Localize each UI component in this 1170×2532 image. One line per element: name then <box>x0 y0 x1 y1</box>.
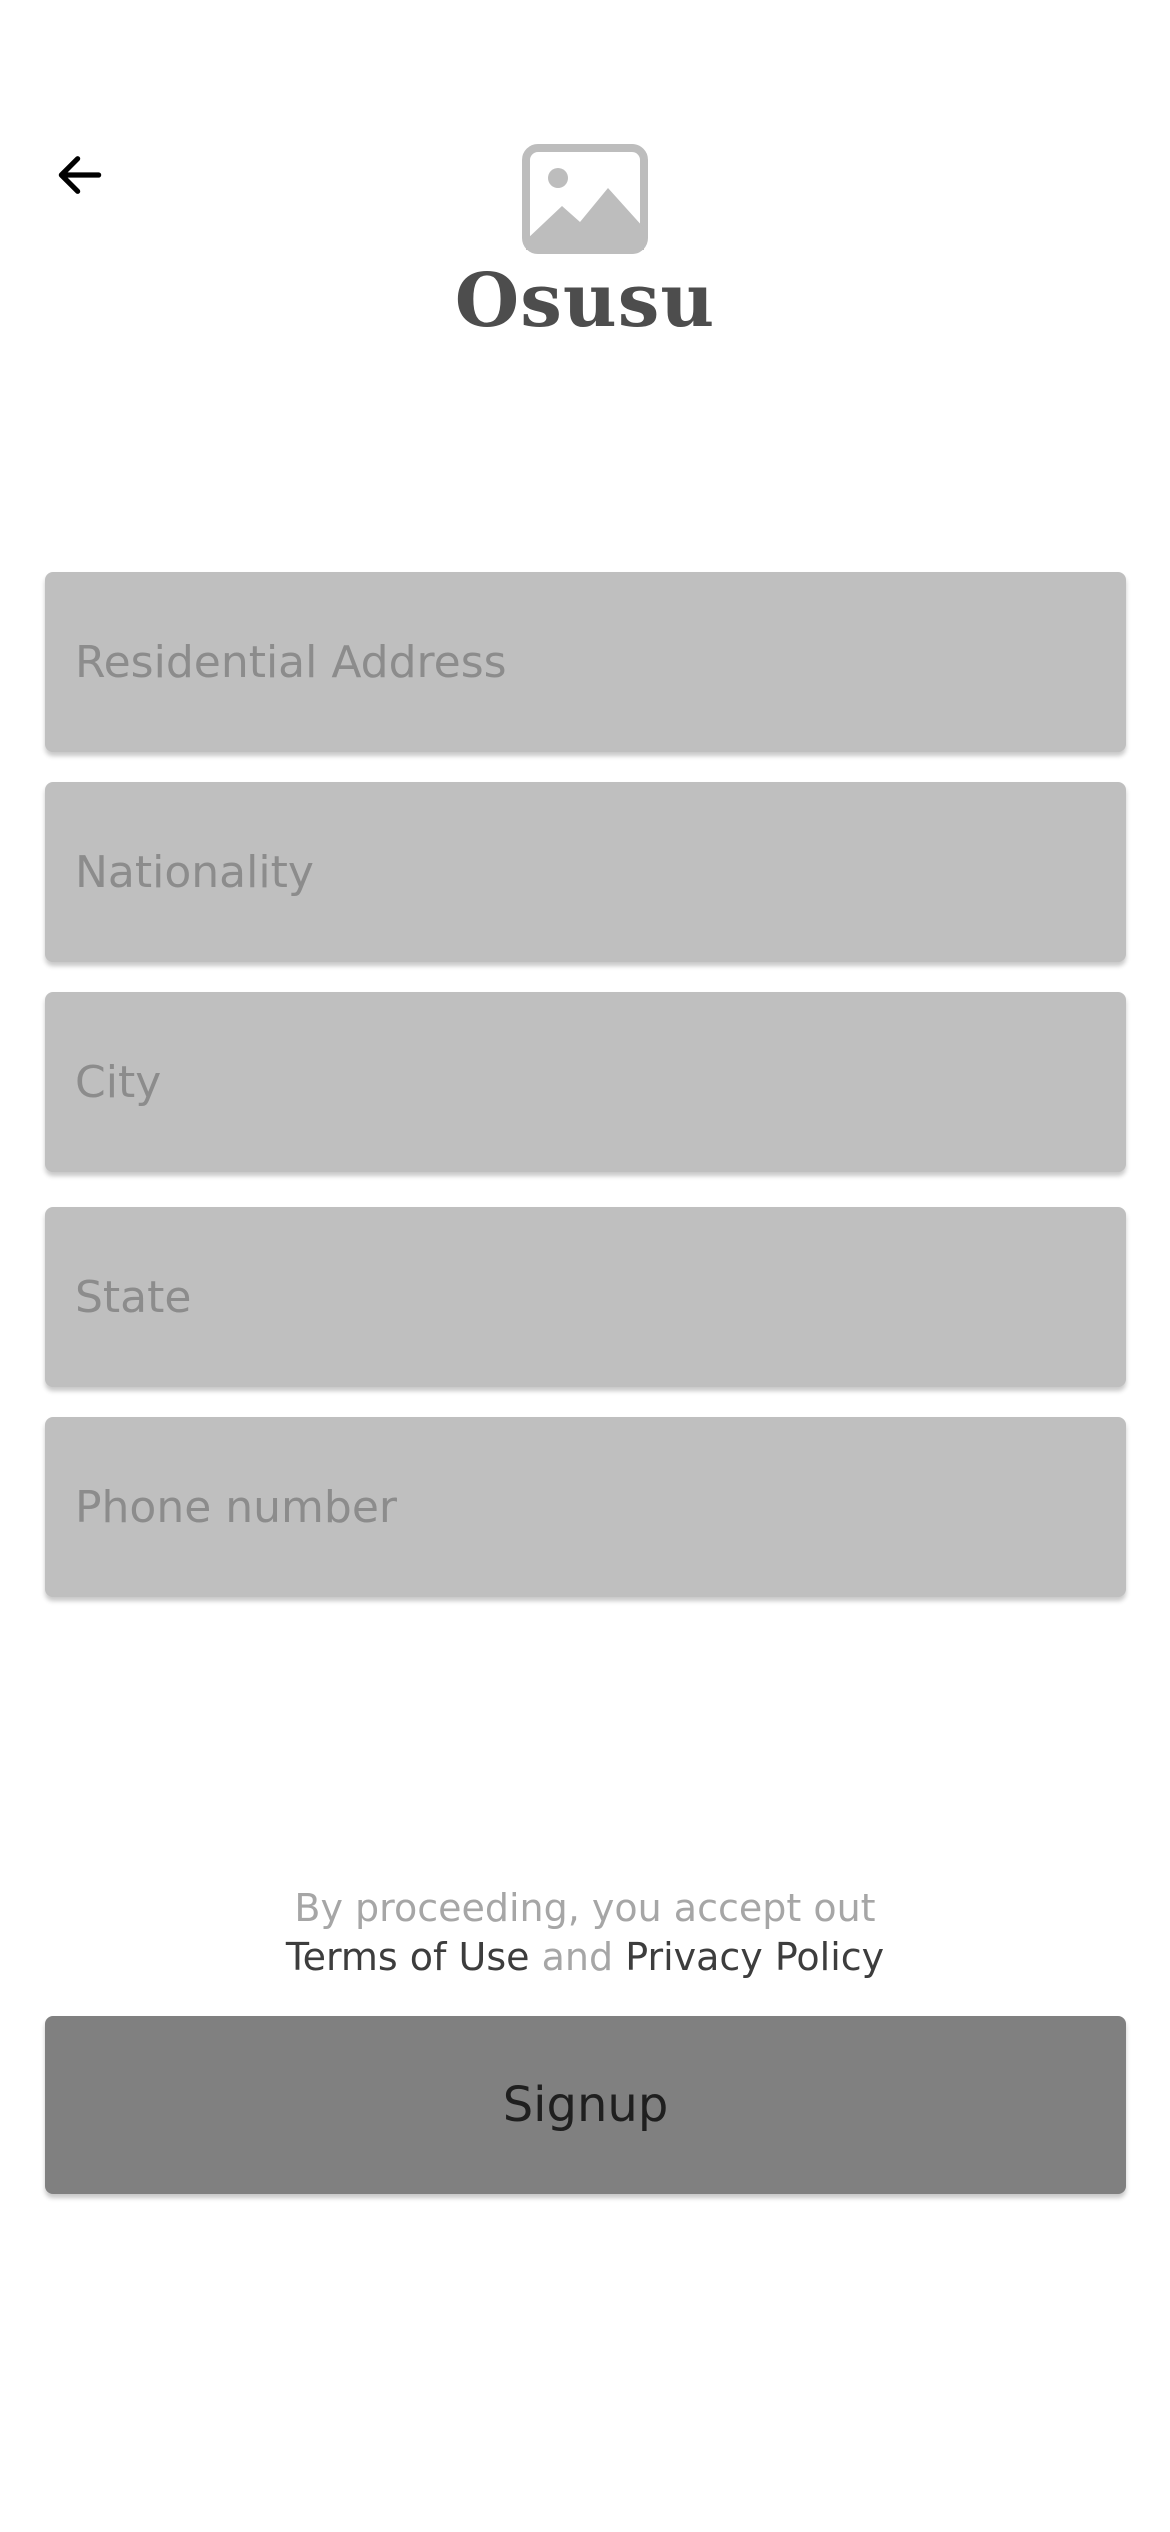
brand-logo: Osusu <box>0 144 1170 346</box>
signup-button[interactable]: Signup <box>45 2016 1126 2194</box>
state-field[interactable] <box>45 1207 1126 1387</box>
legal-and-text: and <box>541 1935 614 1979</box>
phone-number-input[interactable] <box>75 1417 1126 1597</box>
legal-intro-text: By proceeding, you accept out <box>294 1886 876 1930</box>
city-input[interactable] <box>75 992 1126 1172</box>
nationality-input[interactable] <box>75 782 1126 962</box>
residential-address-input[interactable] <box>75 572 1126 752</box>
nationality-field[interactable] <box>45 782 1126 962</box>
terms-of-use-link[interactable]: Terms of Use <box>286 1935 530 1979</box>
state-input[interactable] <box>75 1207 1126 1387</box>
city-field[interactable] <box>45 992 1126 1172</box>
phone-number-field[interactable] <box>45 1417 1126 1597</box>
privacy-policy-link[interactable]: Privacy Policy <box>625 1935 884 1979</box>
image-placeholder-icon <box>522 144 648 254</box>
legal-notice: By proceeding, you accept out Terms of U… <box>0 1884 1170 1982</box>
brand-name: Osusu <box>454 258 716 344</box>
signup-button-label: Signup <box>502 2077 669 2133</box>
residential-address-field[interactable] <box>45 572 1126 752</box>
